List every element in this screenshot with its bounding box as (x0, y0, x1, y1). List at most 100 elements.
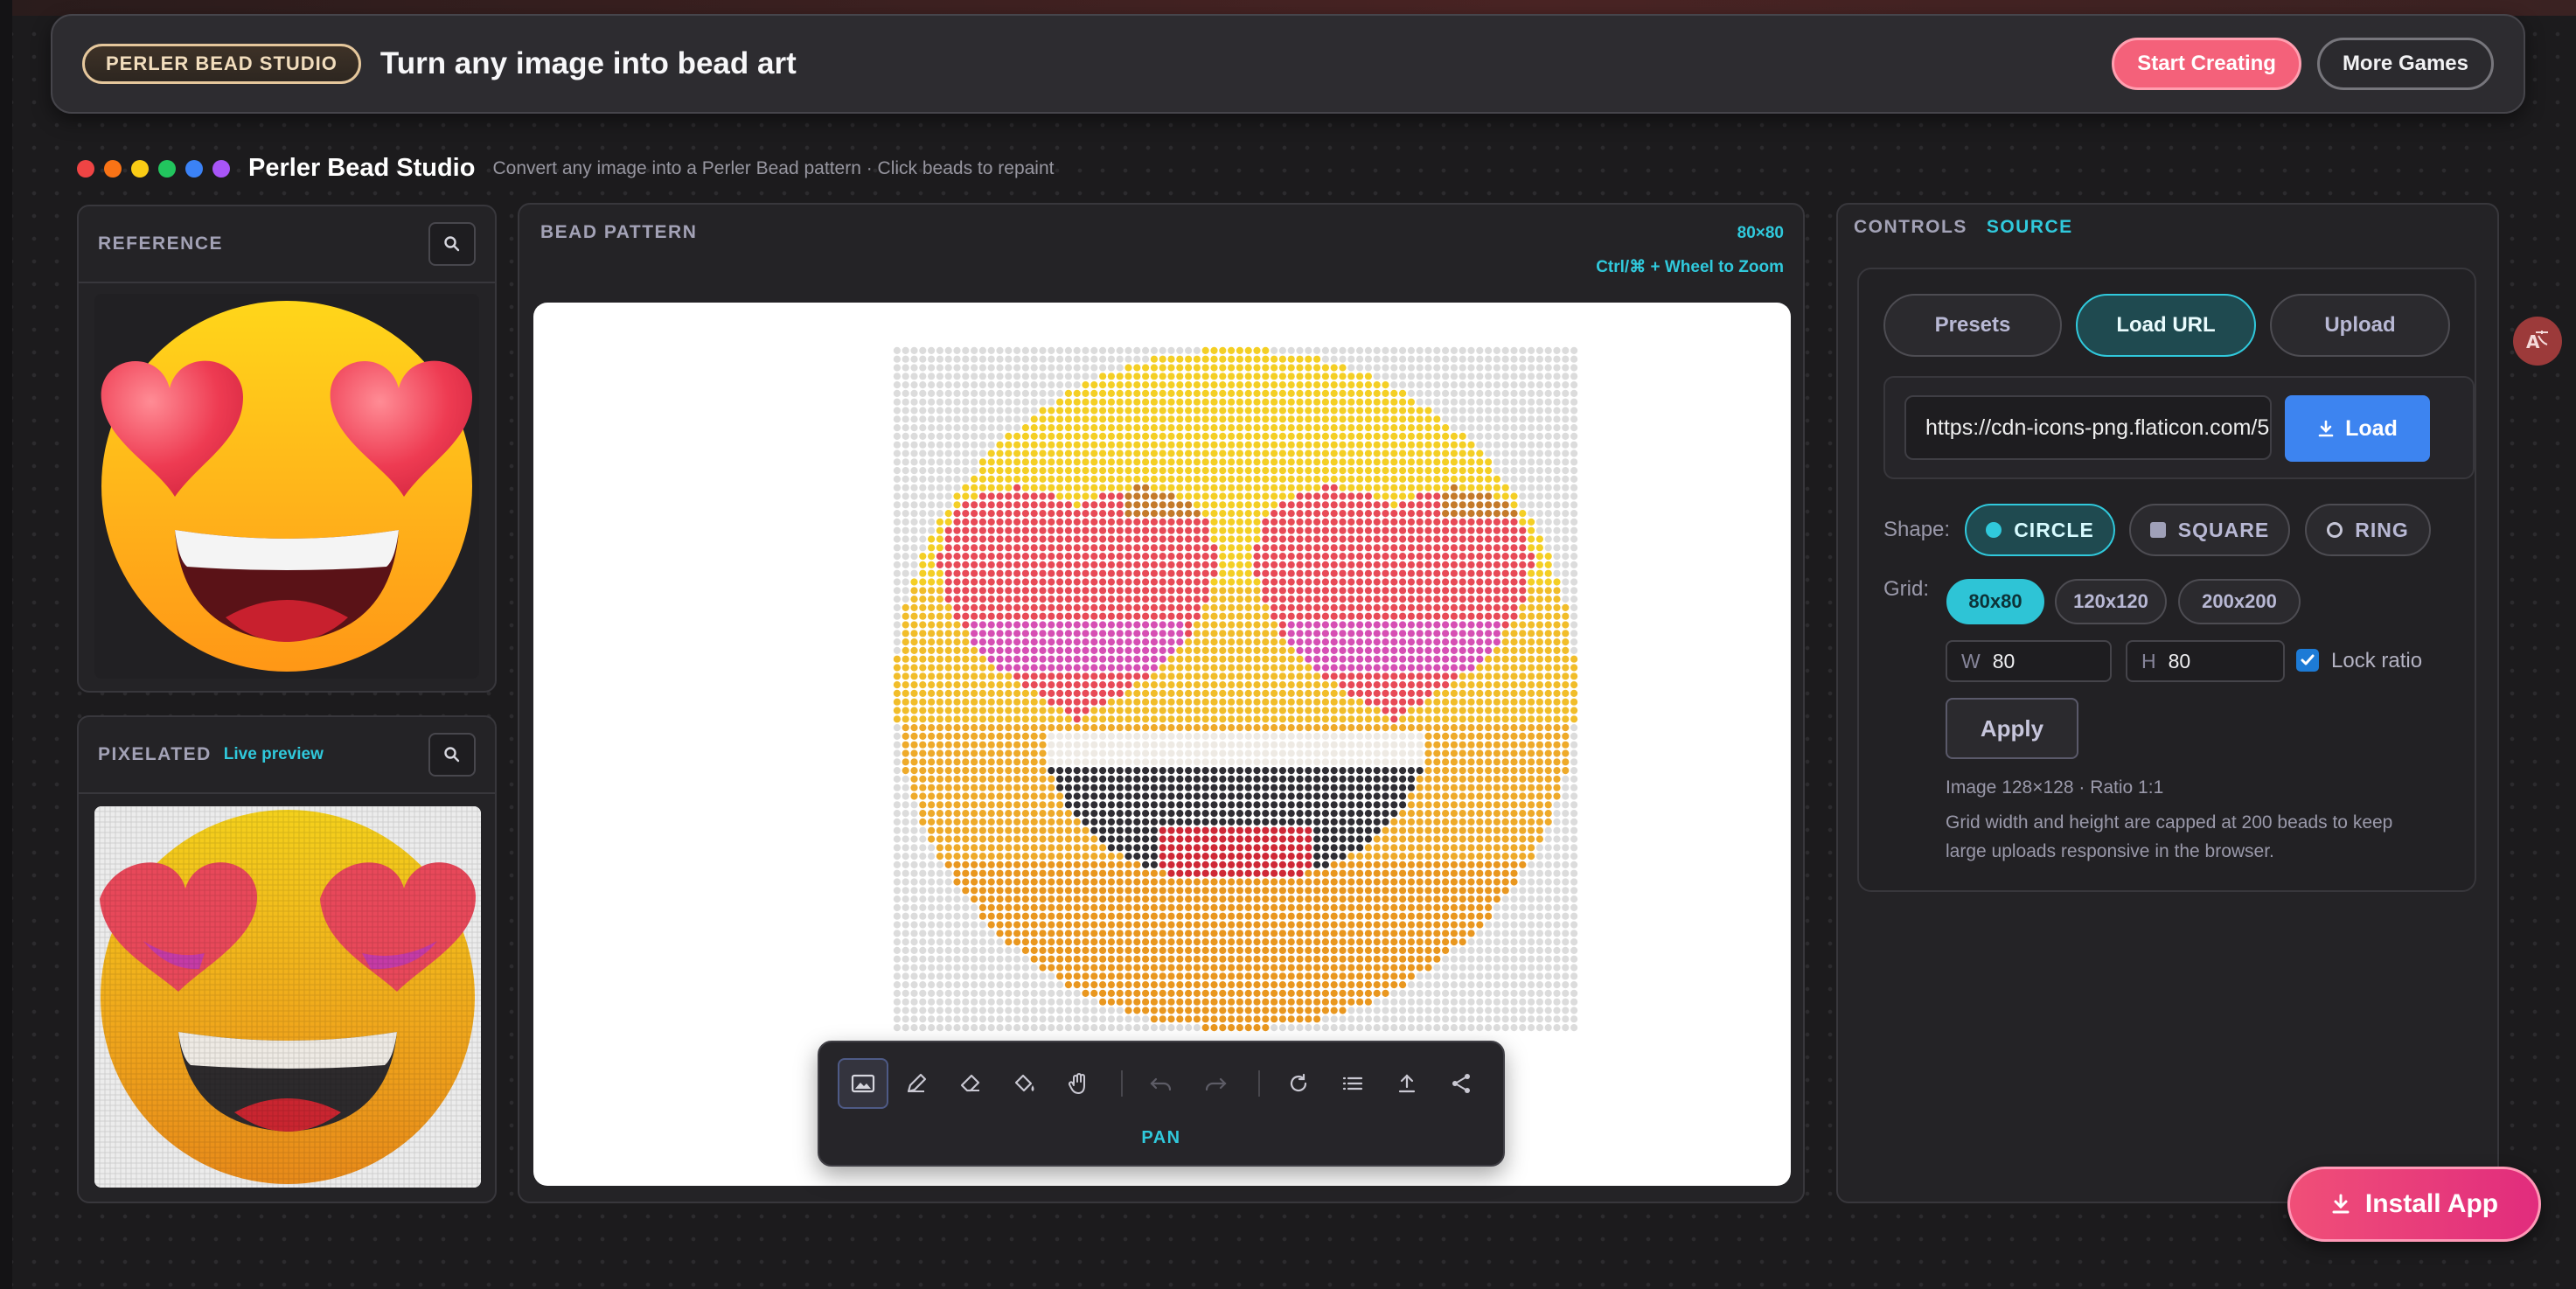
bead[interactable] (919, 724, 927, 732)
bead[interactable] (1005, 664, 1013, 672)
bead[interactable] (1535, 826, 1543, 834)
bead[interactable] (1253, 612, 1261, 620)
bead[interactable] (953, 689, 961, 697)
bead[interactable] (1373, 784, 1381, 791)
bead[interactable] (1424, 355, 1432, 363)
bead[interactable] (1090, 553, 1098, 561)
bead[interactable] (1193, 621, 1201, 629)
bead[interactable] (1107, 475, 1115, 483)
bead[interactable] (1459, 518, 1466, 526)
bead[interactable] (1287, 810, 1295, 818)
bead[interactable] (936, 621, 943, 629)
bead[interactable] (1167, 689, 1175, 697)
bead[interactable] (1390, 492, 1398, 500)
bead[interactable] (1313, 621, 1321, 629)
bead[interactable] (1262, 441, 1270, 449)
bead[interactable] (1450, 501, 1458, 509)
bead[interactable] (1407, 458, 1415, 466)
bead[interactable] (1442, 801, 1450, 809)
bead[interactable] (1510, 561, 1518, 568)
bead[interactable] (1253, 535, 1261, 543)
bead[interactable] (1090, 698, 1098, 706)
bead[interactable] (1416, 853, 1424, 860)
bead[interactable] (1210, 741, 1218, 749)
bead[interactable] (1099, 501, 1107, 509)
bead[interactable] (1356, 698, 1364, 706)
bead[interactable] (1056, 441, 1064, 449)
bead[interactable] (1553, 587, 1561, 595)
bead[interactable] (1176, 424, 1184, 432)
bead[interactable] (1339, 501, 1347, 509)
bead[interactable] (1553, 724, 1561, 732)
bead[interactable] (1570, 612, 1578, 620)
bead[interactable] (1030, 544, 1038, 552)
bead[interactable] (944, 467, 952, 475)
bead[interactable] (1219, 767, 1227, 775)
bead[interactable] (996, 630, 1004, 638)
bead[interactable] (1433, 458, 1441, 466)
bead[interactable] (936, 544, 943, 552)
bead[interactable] (1142, 424, 1150, 432)
bead[interactable] (1339, 432, 1347, 440)
bead[interactable] (987, 544, 995, 552)
bead[interactable] (910, 596, 918, 603)
bead[interactable] (1201, 458, 1209, 466)
bead[interactable] (1382, 355, 1389, 363)
bead[interactable] (1442, 526, 1450, 534)
bead[interactable] (1159, 638, 1166, 646)
bead[interactable] (1005, 484, 1013, 491)
bead[interactable] (1313, 724, 1321, 732)
bead[interactable] (1553, 373, 1561, 380)
bead[interactable] (1501, 801, 1509, 809)
bead[interactable] (928, 603, 936, 611)
bead[interactable] (1442, 775, 1450, 784)
bead[interactable] (1373, 415, 1381, 423)
bead[interactable] (971, 492, 978, 500)
bead[interactable] (1193, 689, 1201, 697)
bead[interactable] (1347, 732, 1355, 740)
bead[interactable] (1450, 844, 1458, 852)
bead[interactable] (953, 844, 961, 852)
bead[interactable] (1442, 630, 1450, 638)
bead[interactable] (1064, 612, 1072, 620)
bead[interactable] (1416, 784, 1424, 791)
bead[interactable] (1073, 449, 1081, 457)
bead[interactable] (1048, 853, 1055, 860)
bead[interactable] (1330, 707, 1338, 714)
bead[interactable] (1287, 741, 1295, 749)
bead[interactable] (1082, 741, 1090, 749)
bead[interactable] (1176, 526, 1184, 534)
bead[interactable] (1493, 707, 1500, 714)
bead[interactable] (1382, 432, 1389, 440)
bead[interactable] (910, 346, 918, 354)
bead[interactable] (1535, 621, 1543, 629)
bead[interactable] (944, 826, 952, 834)
bead[interactable] (1133, 749, 1141, 757)
bead[interactable] (1056, 672, 1064, 680)
bead[interactable] (1116, 553, 1124, 561)
bead[interactable] (1073, 510, 1081, 518)
bead[interactable] (928, 681, 936, 689)
bead[interactable] (1048, 467, 1055, 475)
bead[interactable] (910, 767, 918, 775)
bead[interactable] (962, 561, 970, 568)
bead[interactable] (1201, 441, 1209, 449)
bead[interactable] (1570, 544, 1578, 552)
bead[interactable] (1305, 707, 1312, 714)
bead[interactable] (1021, 810, 1029, 818)
bead[interactable] (1305, 398, 1312, 406)
bead[interactable] (1082, 818, 1090, 826)
bead[interactable] (1013, 826, 1021, 834)
bead[interactable] (919, 801, 927, 809)
bead[interactable] (1442, 603, 1450, 611)
bead[interactable] (1133, 492, 1141, 500)
bead[interactable] (1219, 869, 1227, 877)
bead[interactable] (1510, 415, 1518, 423)
bead[interactable] (1467, 424, 1475, 432)
bead[interactable] (1467, 630, 1475, 638)
bead[interactable] (928, 853, 936, 860)
bead[interactable] (1039, 724, 1047, 732)
bead[interactable] (1013, 630, 1021, 638)
bead[interactable] (1228, 621, 1236, 629)
bead[interactable] (1553, 681, 1561, 689)
